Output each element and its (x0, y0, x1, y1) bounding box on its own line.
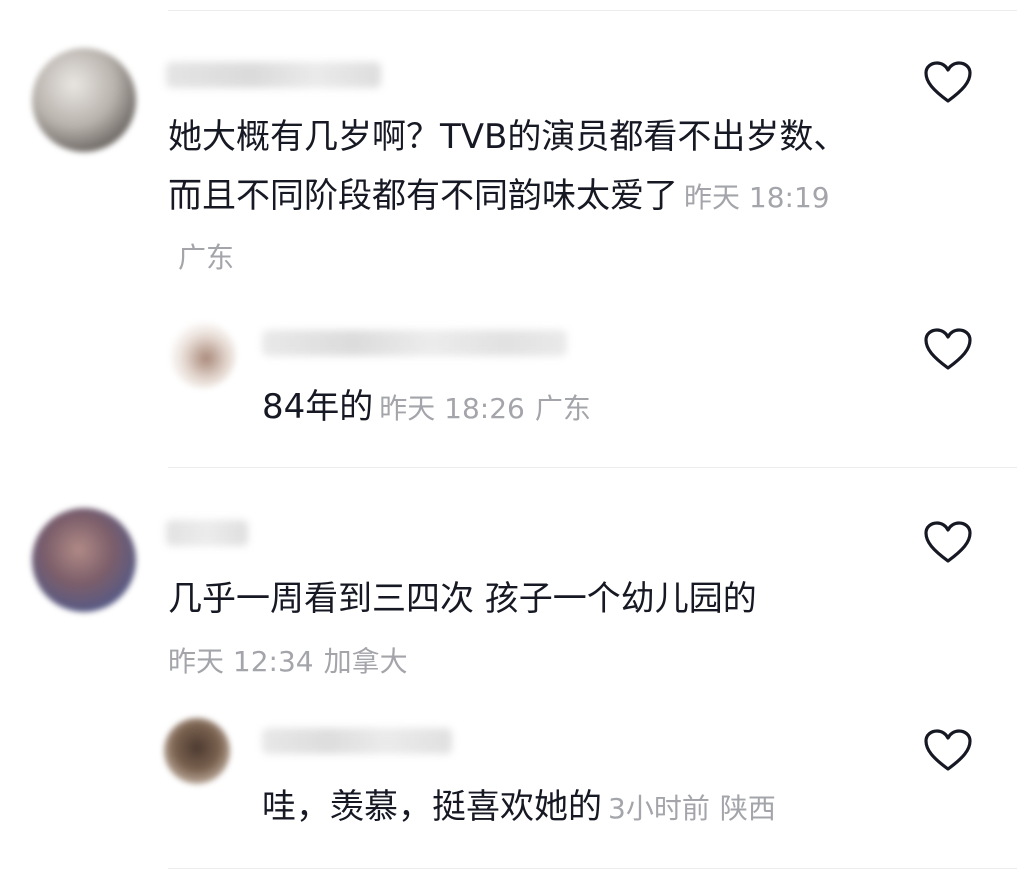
comment-location: 广东 (178, 241, 235, 274)
like-button[interactable] (923, 60, 973, 104)
comment-body: 几乎一周看到三四次 孩子一个幼儿园的 (168, 579, 757, 619)
reply-meta: 昨天 18:26 广东 (379, 392, 591, 425)
heart-outline-icon (924, 328, 972, 370)
heart-outline-icon (924, 521, 972, 563)
reply-avatar[interactable] (170, 322, 236, 388)
username-blurred[interactable] (166, 62, 381, 88)
comment-text: 她大概有几岁啊？TVB的演员都看不出岁数、而且不同阶段都有不同韵味太爱了 昨天 1… (168, 108, 858, 287)
divider-top (168, 10, 1017, 11)
reply-text: 哇，羡慕，挺喜欢她的 3小时前 陕西 (262, 778, 776, 838)
divider-bottom (168, 868, 1017, 869)
divider (168, 467, 1017, 468)
username-blurred[interactable] (166, 520, 248, 546)
reply-body: 84年的 (262, 387, 374, 427)
comment-text: 几乎一周看到三四次 孩子一个幼儿园的 (168, 570, 757, 629)
reply-username-blurred[interactable] (262, 330, 567, 356)
reply-username-blurred[interactable] (262, 728, 452, 754)
reply-time: 昨天 18:26 (379, 392, 525, 425)
reply-body: 哇，羡慕，挺喜欢她的 (262, 787, 602, 827)
reply-avatar[interactable] (164, 718, 230, 784)
heart-outline-icon (924, 729, 972, 771)
avatar[interactable] (32, 48, 136, 152)
reply-like-button[interactable] (923, 327, 973, 371)
reply-text: 84年的 昨天 18:26 广东 (262, 378, 591, 438)
comment-time: 昨天 18:19 (684, 181, 830, 214)
reply-time: 3小时前 (608, 792, 710, 825)
avatar[interactable] (32, 508, 136, 612)
comment-meta: 昨天 12:34 加拿大 (168, 642, 408, 682)
like-button[interactable] (923, 520, 973, 564)
comment-time: 昨天 12:34 (168, 645, 314, 678)
reply-location: 陕西 (719, 792, 776, 825)
heart-outline-icon (924, 61, 972, 103)
reply-location: 广东 (534, 392, 591, 425)
reply-like-button[interactable] (923, 728, 973, 772)
reply-meta: 3小时前 陕西 (608, 792, 776, 825)
comment-location: 加拿大 (323, 645, 408, 678)
